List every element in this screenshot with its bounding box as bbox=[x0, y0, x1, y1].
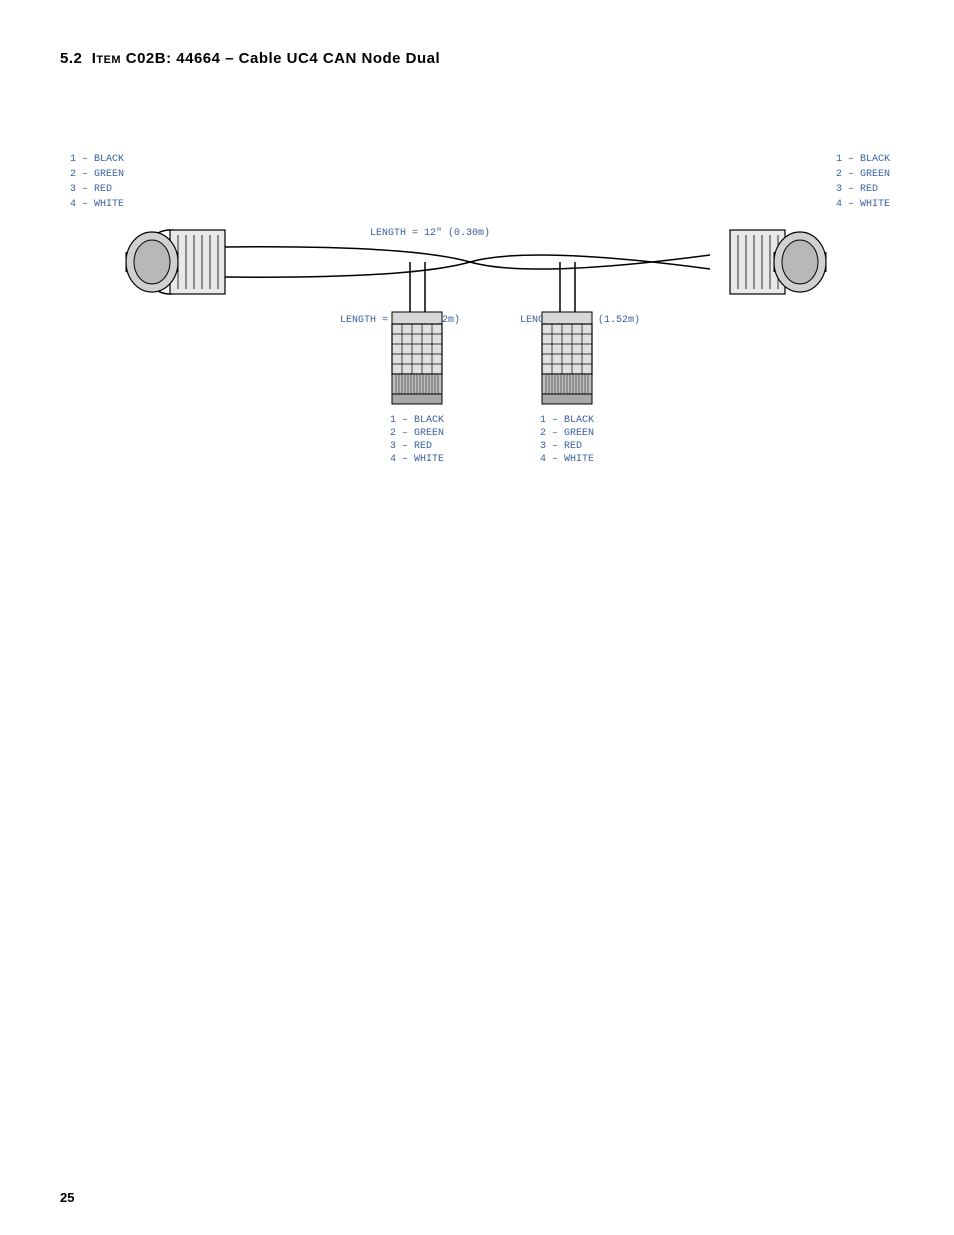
svg-text:2 – GREEN: 2 – GREEN bbox=[540, 428, 594, 439]
svg-text:4 – WHITE: 4 – WHITE bbox=[540, 454, 594, 465]
svg-text:3 – RED: 3 – RED bbox=[540, 441, 582, 452]
page-number: 25 bbox=[60, 1190, 74, 1205]
cable-diagram-svg: LENGTH = 12" (0.30m) LENGTH = 60" (1.52m… bbox=[70, 97, 890, 517]
diagram-container: 1 – BLACK 2 – GREEN 3 – RED 4 – WHITE 1 … bbox=[70, 97, 890, 517]
svg-text:3 – RED: 3 – RED bbox=[390, 441, 432, 452]
section-title: 5.2 Item C02B: 44664 – Cable UC4 CAN Nod… bbox=[60, 50, 894, 67]
svg-text:4 – WHITE: 4 – WHITE bbox=[390, 454, 444, 465]
bottom-left-connector-labels: 1 – BLACK bbox=[390, 415, 444, 426]
length-top-label: LENGTH = 12" (0.30m) bbox=[370, 227, 490, 239]
svg-text:2 – GREEN: 2 – GREEN bbox=[390, 428, 444, 439]
page: 5.2 Item C02B: 44664 – Cable UC4 CAN Nod… bbox=[0, 0, 954, 1235]
bottom-right-connector-labels: 1 – BLACK bbox=[540, 415, 594, 426]
